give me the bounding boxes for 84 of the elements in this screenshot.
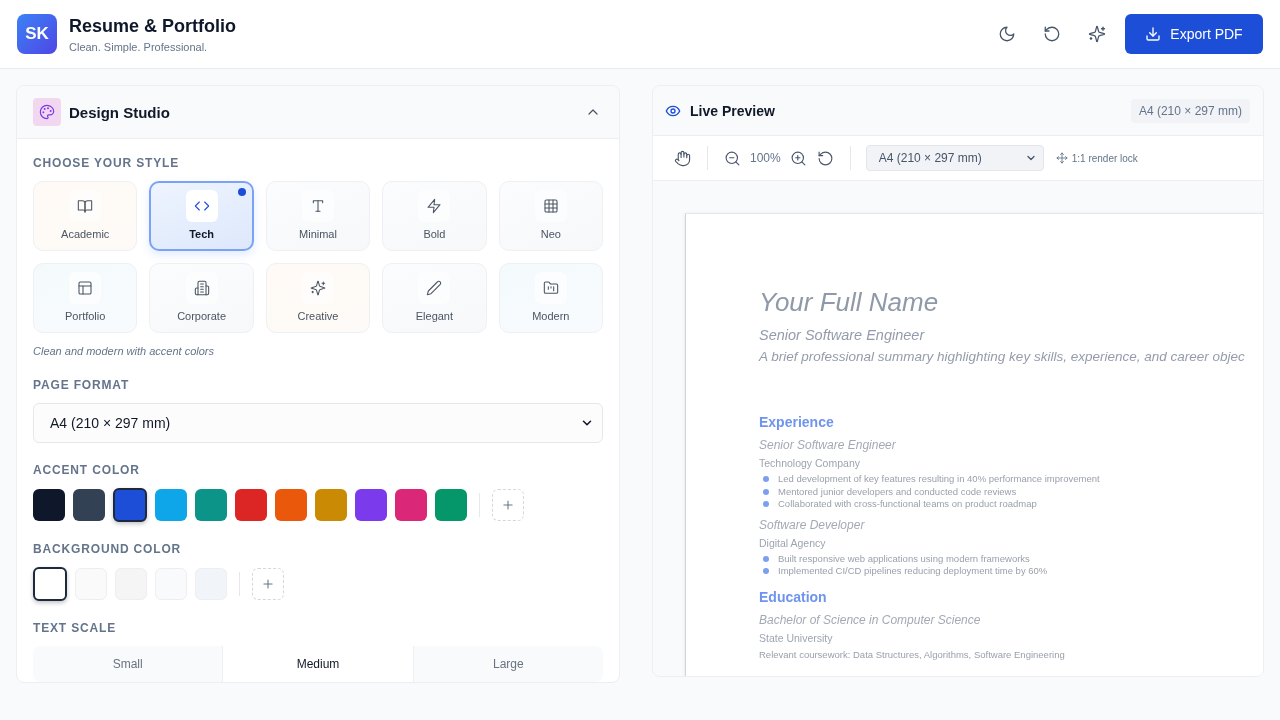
swatch-icon[interactable]: [435, 489, 467, 521]
text-scale-tab[interactable]: Small: [33, 646, 223, 682]
page-format-select[interactable]: A4 (210 × 297 mm): [33, 403, 603, 443]
section-label: ACCENT COLOR: [33, 463, 140, 477]
format-badge: A4 (210 × 297 mm): [1130, 98, 1250, 123]
selected-dot-icon: [237, 188, 246, 196]
style-card[interactable]: Neo: [498, 181, 603, 251]
bullet-text: Collaborated with cross-functional teams on product roadmap: [778, 498, 1037, 511]
app-logo: SK: [17, 14, 57, 54]
style-card[interactable]: Elegant: [382, 263, 487, 333]
swatch-icon[interactable]: [395, 489, 427, 521]
style-card[interactable]: Tech: [149, 181, 254, 251]
section-heading: Experience: [759, 413, 834, 431]
style-card[interactable]: Corporate: [149, 263, 254, 333]
plus-icon: [501, 498, 515, 512]
swatch-icon[interactable]: [315, 489, 347, 521]
move-icon: [1055, 152, 1068, 164]
entry-organization: Technology Company: [759, 457, 860, 470]
entry-organization: State University: [759, 631, 833, 645]
reset-icon[interactable]: [816, 149, 834, 167]
section-heading: Education: [759, 587, 827, 606]
code-icon: [185, 190, 218, 222]
plus-icon: [261, 577, 275, 591]
layout-icon: [69, 272, 102, 304]
palette-icon: [33, 98, 61, 126]
swatch-icon[interactable]: [355, 489, 387, 521]
style-card[interactable]: Modern: [498, 263, 603, 333]
entry-details: Relevant coursework: Data Structures, Algorithms, Software Engineering: [759, 648, 1065, 661]
style-card[interactable]: Bold: [382, 181, 487, 251]
text-scale-tab[interactable]: Large: [413, 646, 603, 682]
bullet-text: Mentored junior developers and conducted code reviews: [778, 485, 1017, 498]
style-description: Clean and modern with accent colors: [33, 344, 214, 358]
section-label: TEXT SCALE: [33, 621, 117, 635]
bullet-icon: [763, 555, 769, 562]
swatch-icon[interactable]: [113, 488, 147, 522]
text-scale-tab[interactable]: Medium: [222, 646, 414, 682]
entry-title: Senior Software Engineer: [759, 438, 896, 453]
resume-headline: Senior Software Engineer: [759, 326, 925, 344]
resume-name: Your Full Name: [759, 286, 939, 318]
reset-icon[interactable]: [1043, 25, 1061, 43]
swatch-icon[interactable]: [195, 489, 227, 521]
section-label: PAGE FORMAT: [33, 378, 130, 392]
entry-title: Bachelor of Science in Computer Science: [759, 612, 981, 628]
render-lock-label: 1:1 render lock: [1071, 152, 1138, 164]
add-color-button[interactable]: [252, 568, 284, 600]
resume-summary: A brief professional summary highlighting key skills, experience, and career objec: [759, 348, 1245, 366]
swatch-icon[interactable]: [275, 489, 307, 521]
zoom-in-icon[interactable]: [789, 149, 807, 167]
swatch-icon[interactable]: [73, 489, 105, 521]
bullet-icon: [763, 476, 769, 483]
section-label: CHOOSE YOUR STYLE: [33, 156, 180, 170]
bullet-icon: [763, 568, 769, 575]
download-icon: [1145, 26, 1162, 42]
section-label: BACKGROUND COLOR: [33, 542, 182, 556]
panel-title: Live Preview: [690, 102, 775, 119]
bullet-text: Built responsive web applications using modern frameworks: [778, 552, 1030, 565]
style-card[interactable]: Portfolio: [33, 263, 138, 333]
swatch-icon[interactable]: [33, 489, 65, 521]
zoom-out-icon[interactable]: [724, 149, 741, 167]
folder-icon: [534, 272, 567, 304]
app-tagline: Clean. Simple. Professional.: [69, 41, 208, 54]
add-color-button[interactable]: [492, 489, 524, 521]
swatch-icon[interactable]: [155, 489, 187, 521]
page-format-select[interactable]: A4 (210 × 297 mm): [865, 145, 1044, 171]
export-pdf-button[interactable]: Export PDF: [1125, 14, 1263, 54]
hand-icon[interactable]: [674, 149, 691, 167]
panel-title: Design Studio: [69, 103, 170, 121]
style-card[interactable]: Academic: [33, 181, 138, 251]
moon-icon[interactable]: [998, 25, 1016, 43]
entry-title: Software Developer: [759, 517, 865, 533]
app-title: Resume & Portfolio: [69, 16, 237, 37]
book-icon: [69, 190, 102, 222]
bullet-icon: [763, 488, 769, 495]
swatch-icon[interactable]: [235, 489, 267, 521]
style-card[interactable]: Minimal: [265, 181, 371, 251]
sparkles-icon: [302, 272, 334, 304]
zoom-level: 100%: [750, 151, 781, 165]
bullet-text: Implemented CI/CD pipelines reducing deployment time by 60%: [778, 565, 1048, 578]
swatch-icon[interactable]: [33, 567, 67, 601]
style-card[interactable]: Creative: [265, 263, 371, 333]
bullet-text: Led development of key features resulting in 40% performance improvement: [778, 473, 1100, 486]
sparkles-icon[interactable]: [1088, 25, 1106, 43]
bullet-icon: [763, 501, 769, 508]
entry-organization: Digital Agency: [759, 536, 826, 550]
